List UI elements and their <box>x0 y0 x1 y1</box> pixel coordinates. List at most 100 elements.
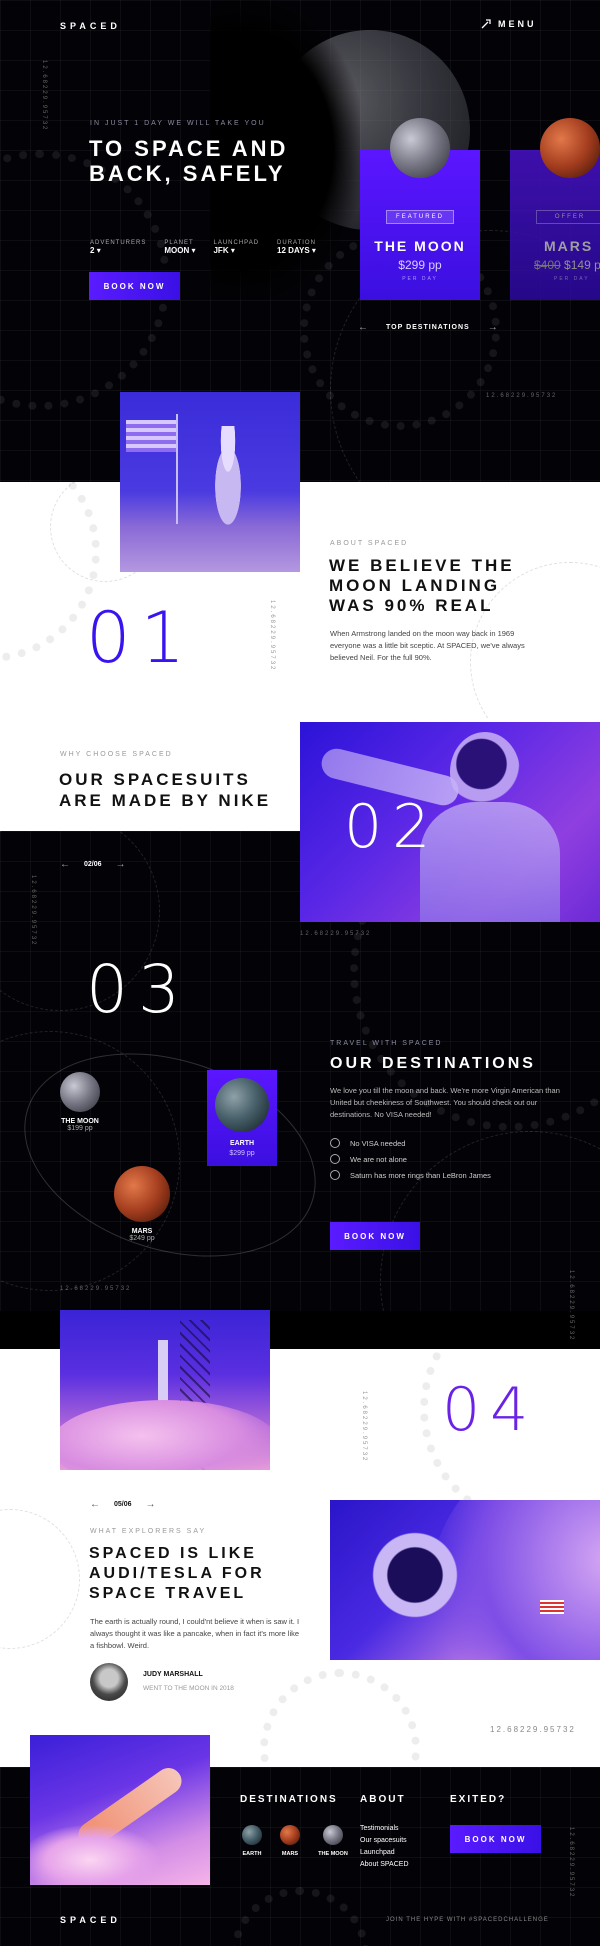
card-price-wrap: $400 $149 pp <box>534 258 600 272</box>
hero-book-button[interactable]: BOOK NOW <box>89 272 180 300</box>
planet-name: THE MOON <box>61 1118 99 1125</box>
author-sub: WENT TO THE MOON IN 2018 <box>143 1685 234 1692</box>
chevron-down-icon: ▾ <box>96 246 101 255</box>
chevron-down-icon: ▾ <box>230 246 235 255</box>
destinations-title: OUR DESTINATIONS <box>330 1055 536 1072</box>
field-value-wrap: 12 DAYS ▾ <box>277 246 316 255</box>
mars-label: MARS $249 pp <box>102 1228 182 1242</box>
about-title: WE BELIEVE THE MOON LANDING WAS 90% REAL <box>329 556 515 616</box>
spacesuits-title-line1: OUR SPACESUITS <box>59 770 251 789</box>
rocket-launch-photo <box>60 1310 270 1470</box>
coords: 12.68229.95732 <box>490 1725 576 1734</box>
carousel-nav: ← TOP DESTINATIONS → <box>358 322 498 333</box>
menu-button[interactable]: MENU <box>480 18 537 30</box>
field-value: MOON <box>164 246 190 255</box>
footer-planets: EARTH MARS THE MOON <box>240 1825 350 1857</box>
moon-icon <box>323 1825 343 1845</box>
coords-vertical: 12.68229.95732 <box>269 600 275 672</box>
footer-logo[interactable]: SPACED <box>60 1915 121 1925</box>
coords-vertical: 12.68229.95732 <box>568 1270 574 1342</box>
field-value: 12 DAYS <box>277 246 310 255</box>
saturn-icon <box>330 1170 340 1181</box>
feature-text: We are not alone <box>350 1154 407 1164</box>
section-number-04: 04 <box>442 1375 539 1445</box>
helmet-shape <box>450 732 520 812</box>
arrow-right-icon[interactable]: → <box>488 322 498 333</box>
section-number-02: 02 <box>344 792 441 862</box>
about-title-line2: MOON LANDING <box>329 576 501 595</box>
menu-label: MENU <box>498 19 537 29</box>
arrow-left-icon[interactable]: ← <box>358 322 368 333</box>
footer-link[interactable]: Launchpad <box>360 1847 409 1859</box>
destinations-book-button[interactable]: BOOK NOW <box>330 1222 420 1250</box>
flag-shape <box>126 420 178 452</box>
search-fields: ADVENTURERS 2 ▾ PLANET MOON ▾ LAUNCHPAD … <box>90 240 316 255</box>
pager-label: 02/06 <box>84 861 102 868</box>
chevron-down-icon: ▾ <box>311 246 316 255</box>
arrow-right-icon[interactable]: → <box>116 859 126 870</box>
footer-link[interactable]: About SPACED <box>360 1859 409 1871</box>
coords-vertical: 12.68229.95732 <box>568 1827 574 1899</box>
arrow-left-icon[interactable]: ← <box>60 859 70 870</box>
moon-planet-image <box>390 118 450 178</box>
footer-planet-mars[interactable]: MARS <box>278 1825 302 1857</box>
planet-name: EARTH <box>229 1140 255 1147</box>
pager: ← 02/06 → <box>60 859 126 870</box>
about-body: When Armstrong landed on the moon way ba… <box>330 629 525 662</box>
feature-text: Saturn has more rings than LeBron James <box>350 1170 491 1180</box>
earth-card[interactable]: EARTH $299 pp <box>207 1070 277 1166</box>
mars-planet-image[interactable] <box>114 1166 170 1222</box>
footer-about-title: ABOUT <box>360 1794 406 1805</box>
destinations-text: TRAVEL WITH SPACED OUR DESTINATIONS We l… <box>330 1040 560 1183</box>
hero-title-line1: TO SPACE AND <box>89 136 289 161</box>
astronaut-flag-photo <box>120 392 300 572</box>
testimonial-title-line2: AUDI/TESLA FOR <box>89 1565 265 1582</box>
testimonial-title-line1: SPACED IS LIKE <box>89 1545 257 1562</box>
planet-label: THE MOON <box>318 1851 348 1857</box>
field-value: 2 <box>90 246 95 255</box>
footer-link[interactable]: Our spacesuits <box>360 1835 409 1847</box>
alien-icon <box>330 1154 340 1165</box>
logo[interactable]: SPACED <box>60 21 121 31</box>
footer-planet-moon[interactable]: THE MOON <box>316 1825 350 1857</box>
coords: 12.68229.95732 <box>486 393 558 399</box>
moon-planet-image[interactable] <box>60 1072 100 1112</box>
card-title: THE MOON <box>374 238 466 254</box>
destinations-body: We love you till the moon and back. We'r… <box>330 1086 560 1120</box>
footer-planet-earth[interactable]: EARTH <box>240 1825 264 1857</box>
footer-destinations-title: DESTINATIONS <box>240 1794 338 1805</box>
field-value-wrap: 2 ▾ <box>90 246 146 255</box>
planet-price: $249 pp <box>129 1235 155 1242</box>
field-adventurers[interactable]: ADVENTURERS 2 ▾ <box>90 240 146 255</box>
card-price: $149 pp <box>564 258 600 272</box>
field-duration[interactable]: DURATION 12 DAYS ▾ <box>277 240 316 255</box>
testimonial-eyebrow: WHAT EXPLORERS SAY <box>90 1528 207 1535</box>
spacesuits-title-line2: ARE MADE BY NIKE <box>59 791 272 810</box>
spacesuit-astronaut-photo: 02 <box>300 722 600 922</box>
card-per: PER DAY <box>554 276 590 282</box>
coords-vertical: 12.68229.95732 <box>41 60 47 132</box>
planet-name: MARS <box>131 1228 153 1235</box>
featured-badge: FEATURED <box>386 210 454 224</box>
about-title-line1: WE BELIEVE THE <box>329 556 515 575</box>
footer-hashtag: JOIN THE HYPE WITH #SPACEDCHALLENGE <box>386 1917 549 1923</box>
offer-badge: OFFER <box>536 210 600 224</box>
footer-book-button[interactable]: BOOK NOW <box>450 1825 541 1853</box>
planet-price: $299 pp <box>229 1150 255 1157</box>
decorative-ring <box>260 1669 420 1767</box>
field-planet[interactable]: PLANET MOON ▾ <box>164 240 195 255</box>
feature-row: No VISA needed <box>330 1135 560 1151</box>
decorative-ring <box>230 1887 370 1946</box>
coords-vertical: 12.68229.95732 <box>30 875 36 947</box>
destinations-eyebrow: TRAVEL WITH SPACED <box>330 1040 443 1047</box>
testimonial-title-line3: SPACE TRAVEL <box>89 1585 247 1602</box>
hero-section: SPACED MENU 12.68229.95732 IN JUST 1 DAY… <box>0 0 600 482</box>
card-price: $299 pp <box>398 258 442 272</box>
arrow-left-icon[interactable]: ← <box>90 1499 100 1510</box>
arrow-right-icon[interactable]: → <box>146 1499 156 1510</box>
field-launchpad[interactable]: LAUNCHPAD JFK ▾ <box>213 240 259 255</box>
footer-link[interactable]: Testimonials <box>360 1823 409 1835</box>
planet-label: EARTH <box>242 1851 262 1857</box>
spacesuits-eyebrow: WHY CHOOSE SPACED <box>60 751 173 758</box>
card-per: PER DAY <box>402 276 438 282</box>
